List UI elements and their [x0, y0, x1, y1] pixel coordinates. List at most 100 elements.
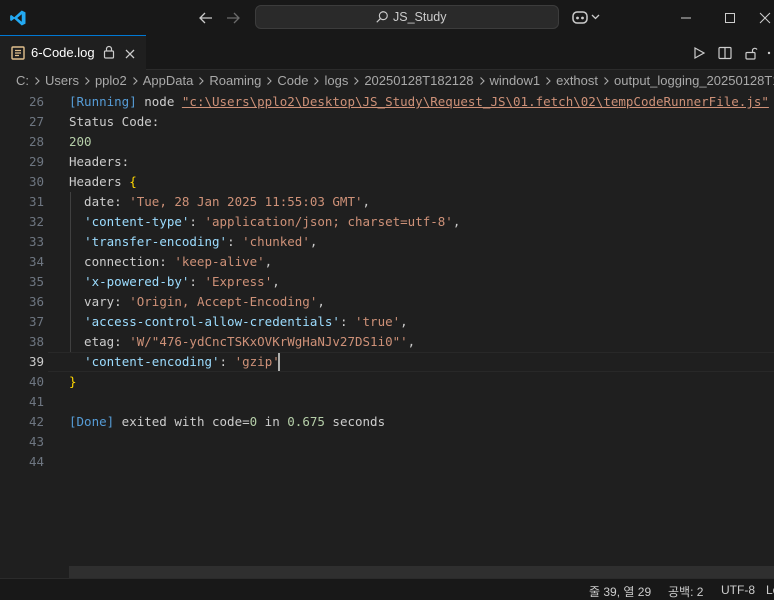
file-path-text: "c:\Users\pplo2\Desktop\JS_Study\Request…	[181, 94, 769, 109]
comma: ,	[407, 334, 416, 349]
line-number: 29	[28, 154, 44, 169]
breadcrumb-item[interactable]: Roaming	[209, 73, 261, 88]
header-key: 'content-encoding'	[84, 354, 220, 369]
separator: :	[219, 354, 235, 369]
chevron-right-icon	[263, 75, 275, 87]
status-bar: 줄 39, 열 29 공백: 2 UTF-8 Lo	[0, 578, 774, 600]
close-tab-icon[interactable]	[124, 47, 136, 65]
line-number: 44	[28, 454, 44, 469]
breadcrumb-item[interactable]: pplo2	[95, 73, 127, 88]
code-line-38: etag: 'W/"476-ydCncTSKxOVKrWgHaNJv27DS1i…	[69, 332, 415, 352]
comma: ,	[264, 254, 273, 269]
header-key: connection:	[69, 254, 175, 269]
back-arrow-icon[interactable]	[196, 8, 216, 28]
split-editor-icon[interactable]	[715, 43, 735, 63]
line-number-active: 39	[28, 354, 44, 369]
header-key: 'access-control-allow-credentials'	[84, 314, 340, 329]
running-tag: [Running]	[69, 94, 137, 109]
code-line-35: 'x-powered-by': 'Express',	[69, 272, 280, 292]
breadcrumb-item[interactable]: window1	[490, 73, 541, 88]
breadcrumb: C: Users pplo2 AppData Roaming Code logs 202501…	[0, 70, 774, 92]
line-number: 26	[28, 94, 44, 109]
tab-6-code-log[interactable]: 6-Code.log	[0, 35, 146, 70]
code-line-30: Headers {	[69, 172, 137, 192]
code-line-32: 'content-type': 'application/json; chars…	[69, 212, 460, 232]
line-number: 31	[28, 194, 44, 209]
breadcrumb-item[interactable]: Code	[277, 73, 308, 88]
header-key: 'x-powered-by'	[84, 274, 190, 289]
code-line-28: 200	[69, 134, 92, 149]
line-number: 38	[28, 334, 44, 349]
header-key: etag:	[69, 334, 130, 349]
chevron-right-icon	[81, 75, 93, 87]
line-number: 41	[28, 394, 44, 409]
file-path-link[interactable]: "c:\Users\pplo2\Desktop\JS_Study\Request…	[182, 94, 769, 109]
chevron-right-icon	[476, 75, 488, 87]
file-encoding[interactable]: UTF-8	[721, 583, 755, 597]
run-icon[interactable]	[689, 43, 709, 63]
line-number: 33	[28, 234, 44, 249]
command-center-search[interactable]: JS_Study	[255, 5, 559, 29]
header-value: 'W/"476-ydCncTSKxOVKrWgHaNJv27DS1i0"'	[129, 334, 408, 349]
code-line-39: 'content-encoding': 'gzip'	[69, 352, 280, 372]
end-of-line[interactable]: Lo	[766, 583, 774, 597]
code-text: Headers	[69, 174, 130, 189]
search-text: JS_Study	[393, 10, 447, 24]
comma: ,	[309, 234, 318, 249]
forward-arrow-icon[interactable]	[223, 8, 243, 28]
breadcrumb-item[interactable]: C:	[16, 73, 29, 88]
breadcrumb-item[interactable]: output_logging_20250128T18	[614, 73, 774, 88]
header-value: 'application/json; charset=utf-8'	[204, 214, 453, 229]
code-line-26: [Running] node "c:\Users\pplo2\Desktop\J…	[69, 92, 769, 112]
code-line-27: Status Code:	[69, 114, 160, 129]
tab-bar: 6-Code.log	[0, 35, 774, 70]
log-file-icon	[11, 46, 25, 65]
comma: ,	[317, 294, 325, 309]
more-actions-icon[interactable]	[764, 43, 774, 63]
tab-label: 6-Code.log	[31, 45, 95, 60]
separator: :	[227, 234, 243, 249]
chevron-right-icon	[195, 75, 207, 87]
separator: :	[339, 314, 355, 329]
breadcrumb-item[interactable]: 20250128T182128	[364, 73, 473, 88]
editor[interactable]: 26 27 28 29 30 31 32 33 34 35 36 37 38 3…	[0, 92, 774, 578]
line-number: 35	[28, 274, 44, 289]
code-line-34: connection: 'keep-alive',	[69, 252, 272, 272]
search-icon	[375, 10, 389, 29]
breadcrumb-item[interactable]: AppData	[143, 73, 194, 88]
comma: ,	[452, 214, 461, 229]
breadcrumb-item[interactable]: exthost	[556, 73, 598, 88]
line-number: 37	[28, 314, 44, 329]
line-number: 28	[28, 134, 44, 149]
header-key: 'content-type'	[84, 214, 190, 229]
header-value: 'Origin, Accept-Encoding'	[129, 294, 318, 309]
header-value: 'gzip'	[234, 354, 280, 369]
maximize-icon[interactable]	[712, 0, 748, 35]
header-value: 'Express'	[204, 274, 273, 289]
code-text: seconds	[324, 414, 386, 429]
text-cursor	[278, 353, 280, 371]
chevron-right-icon	[31, 75, 43, 87]
line-number: 40	[28, 374, 44, 389]
minimize-icon[interactable]	[668, 0, 704, 35]
done-tag: [Done]	[69, 414, 115, 429]
line-number: 36	[28, 294, 44, 309]
comma: ,	[272, 274, 280, 289]
comma: ,	[362, 194, 371, 209]
line-number: 32	[28, 214, 44, 229]
line-number: 43	[28, 434, 44, 449]
vscode-icon[interactable]	[8, 8, 28, 28]
line-number: 42	[28, 414, 44, 429]
code-text: in	[257, 414, 288, 429]
cursor-position[interactable]: 줄 39, 열 29	[589, 583, 651, 600]
code-line-29: Headers:	[69, 154, 130, 169]
unlock-icon[interactable]	[741, 43, 761, 63]
copilot-icon[interactable]	[568, 7, 604, 27]
code-line-40: }	[69, 374, 77, 389]
breadcrumb-item[interactable]: Users	[45, 73, 79, 88]
code-line-33: 'transfer-encoding': 'chunked',	[69, 232, 317, 252]
close-window-icon[interactable]	[756, 0, 774, 35]
horizontal-scrollbar[interactable]	[69, 566, 774, 578]
breadcrumb-item[interactable]: logs	[324, 73, 348, 88]
indentation-spaces[interactable]: 공백: 2	[668, 583, 703, 600]
